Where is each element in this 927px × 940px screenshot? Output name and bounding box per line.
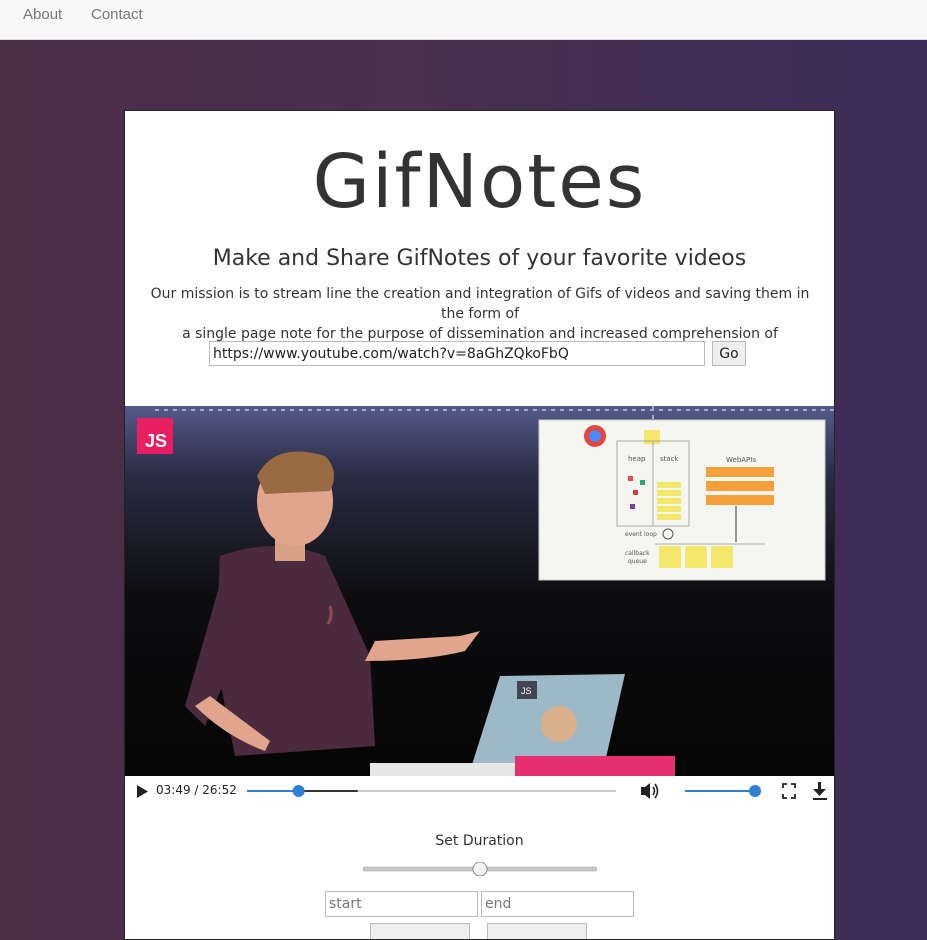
action-button-2[interactable] — [487, 923, 587, 939]
download-button[interactable] — [809, 779, 833, 803]
slide-event-loop-label: event loop — [625, 531, 657, 538]
nav-contact-link[interactable]: Contact — [91, 6, 143, 23]
video-controls: 03:49 / 26:52 — [125, 776, 834, 806]
play-button[interactable] — [130, 778, 156, 804]
set-duration-label: Set Duration — [435, 833, 524, 849]
duration-slider[interactable] — [362, 861, 598, 877]
slide-heap-label: heap — [628, 455, 646, 463]
time-display: 03:49 / 26:52 — [156, 783, 237, 797]
action-button-1[interactable] — [370, 923, 470, 939]
presentation-slide: heap stack WebAPIs event loop callback q… — [538, 419, 826, 581]
start-input[interactable] — [325, 891, 478, 917]
duration-slider-graphic — [362, 861, 598, 877]
slide-stack-label: stack — [660, 455, 680, 463]
video-frame: JS heap stack WebAPIs event loop callbac… — [125, 406, 834, 786]
video-url-input[interactable] — [209, 341, 705, 366]
nav-about-link[interactable]: About — [23, 6, 62, 23]
go-button[interactable]: Go — [712, 341, 746, 366]
page-subtitle: Make and Share GifNotes of your favorite… — [212, 246, 747, 271]
volume-slider[interactable] — [680, 781, 760, 801]
slide-webapis-label: WebAPIs — [726, 456, 756, 464]
mission-line-1: Our mission is to stream line the creati… — [150, 286, 810, 322]
end-input[interactable] — [481, 891, 634, 917]
duration-slider-thumb — [472, 861, 488, 877]
slide-callback-label: callback — [625, 550, 650, 557]
main-card: GifNotes Make and Share GifNotes of your… — [124, 110, 835, 940]
page-title: GifNotes — [312, 139, 647, 225]
fullscreen-button[interactable] — [777, 779, 801, 803]
video-player[interactable]: JS heap stack WebAPIs event loop callbac… — [125, 406, 834, 786]
laptop-badge-text: JS — [521, 686, 532, 696]
mute-button[interactable] — [635, 779, 665, 803]
slide-queue-label: queue — [628, 558, 647, 565]
navbar: About Contact — [0, 0, 927, 40]
js-logo-text: JS — [145, 431, 167, 451]
progress-bar[interactable] — [247, 781, 617, 801]
